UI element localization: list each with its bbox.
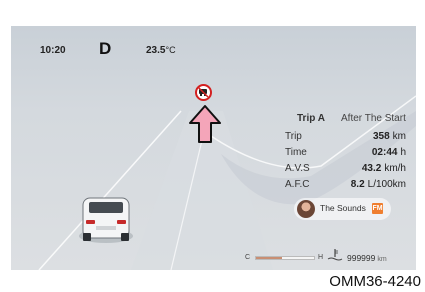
trip-subtitle: After The Start bbox=[341, 113, 406, 124]
media-pill[interactable]: The Sounds FM bbox=[294, 198, 391, 220]
arrow-up-icon bbox=[189, 105, 221, 143]
fuel-low-label: C bbox=[245, 254, 251, 261]
gear-indicator: D bbox=[99, 39, 112, 58]
cluster-display: 10:20 D 23.5°C Trip A After The Start Tr… bbox=[11, 26, 416, 270]
outside-temperature: 23.5°C bbox=[146, 45, 176, 56]
no-overtaking-sign-icon bbox=[195, 84, 212, 101]
afc-value: 8.2 L/100km bbox=[350, 179, 406, 190]
road-scene bbox=[38, 95, 416, 270]
album-art-avatar bbox=[297, 200, 315, 218]
time-value: 02:44 h bbox=[371, 147, 406, 158]
coolant-temp-icon bbox=[327, 249, 343, 261]
trip-label: Trip bbox=[285, 131, 302, 142]
avs-label: A.V.S bbox=[285, 163, 310, 174]
figure: 10:20 D 23.5°C Trip A After The Start Tr… bbox=[0, 0, 425, 292]
clock: 10:20 bbox=[40, 45, 66, 56]
fuel-gauge bbox=[255, 256, 315, 260]
fuel-gauge-fill bbox=[256, 257, 283, 259]
trip-value: 358 km bbox=[372, 131, 406, 142]
media-label: The Sounds bbox=[320, 203, 366, 213]
fm-badge: FM bbox=[372, 203, 383, 214]
avs-value: 43.2 km/h bbox=[361, 163, 406, 174]
trip-title: Trip A bbox=[297, 113, 325, 124]
fuel-high-label: H bbox=[318, 254, 324, 261]
odometer: 999999 km bbox=[347, 253, 387, 263]
afc-label: A.F.C bbox=[285, 179, 310, 190]
figure-code: OMM36-4240 bbox=[329, 273, 421, 290]
time-label: Time bbox=[285, 147, 307, 158]
car-icon bbox=[79, 197, 133, 243]
